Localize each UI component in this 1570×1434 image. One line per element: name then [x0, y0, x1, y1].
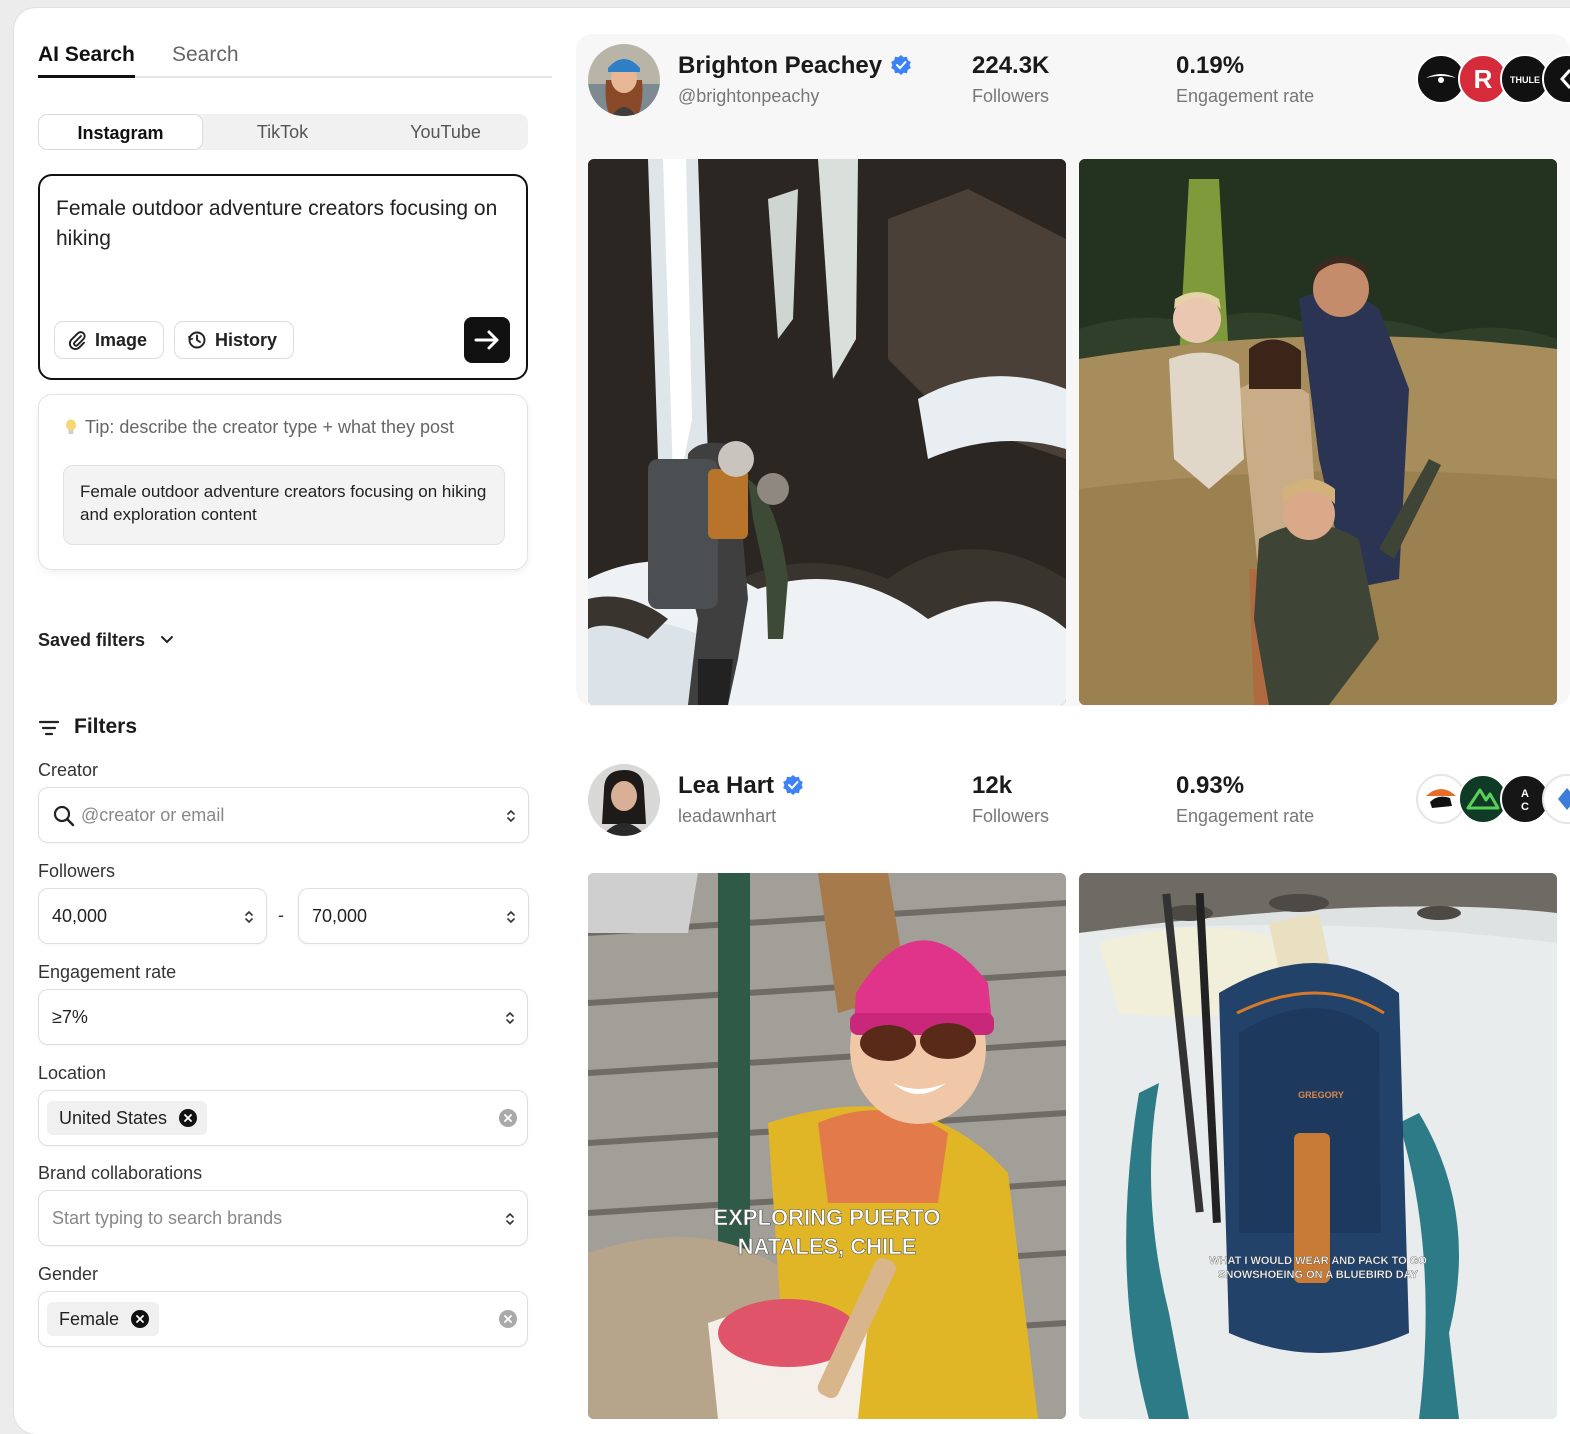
paperclip-icon [68, 331, 86, 350]
avatar[interactable] [588, 44, 660, 116]
filters-title: Filters [74, 715, 138, 738]
post-image[interactable] [588, 159, 1066, 705]
followers-max-value: 70,000 [312, 906, 368, 926]
followers-max-field[interactable]: 70,000 [298, 888, 529, 944]
platform-tiktok[interactable]: TikTok [201, 114, 364, 150]
brand-logo-arrow-icon[interactable] [1542, 54, 1570, 104]
gender-field[interactable]: Female [38, 1291, 528, 1347]
location-field[interactable]: United States [38, 1090, 528, 1146]
post-image[interactable]: EXPLORING PUERTO NATALES, CHILE [588, 873, 1066, 1419]
creator-handle: @brightonpeachy [678, 86, 820, 106]
svg-text:R: R [1474, 64, 1493, 94]
location-chip: United States [47, 1101, 208, 1135]
tip-text: Tip: describe the creator type + what th… [85, 417, 455, 437]
creator-input[interactable]: @creator or email [81, 805, 224, 826]
creator-handle: leadawnhart [678, 806, 777, 826]
updown-chevron-icon [245, 910, 253, 924]
search-mode-tabs: AI Search Search [38, 42, 552, 78]
submit-search-button[interactable] [464, 317, 510, 363]
followers-label: Followers [972, 806, 1050, 826]
tip-card: Tip: describe the creator type + what th… [38, 394, 528, 570]
engagement-rate-value: ≥7% [52, 1007, 88, 1027]
post-image[interactable]: GREGORY WHAT I WOULD WEAR AND PACK TO GO… [1079, 873, 1557, 1419]
brand-logos: AC [1416, 774, 1570, 824]
followers-count: 224.3K [972, 52, 1050, 79]
followers-count: 12k [972, 772, 1013, 799]
photo-caption: NATALES, CHILE [738, 1234, 917, 1259]
tab-ai-search[interactable]: AI Search [38, 42, 135, 78]
arrow-right-icon [474, 330, 499, 350]
filter-icon [38, 720, 60, 736]
avatar-image [588, 44, 660, 116]
verified-badge-icon [783, 775, 803, 795]
creator-header: Lea Hart leadawnhart 12k Followers 0.93%… [588, 764, 1570, 838]
svg-text:C: C [1521, 801, 1529, 813]
updown-chevron-icon [506, 1011, 514, 1025]
history-icon [188, 331, 206, 349]
location-label: Location [38, 1063, 107, 1083]
engagement-rate: 0.93% [1176, 772, 1245, 799]
brand-collab-label: Brand collaborations [38, 1163, 203, 1183]
clear-field-icon[interactable] [499, 1109, 517, 1127]
followers-min-field[interactable]: 40,000 [38, 888, 267, 944]
verified-badge-icon [891, 55, 911, 75]
results-panel: Brighton Peachey @brightonpeachy 224.3K … [576, 34, 1570, 1434]
remove-chip-icon[interactable] [131, 1310, 150, 1328]
creator-search-field[interactable]: @creator or email [38, 787, 529, 843]
location-chip-label: United States [59, 1108, 168, 1128]
creator-name[interactable]: Brighton Peachey [678, 52, 882, 79]
creator-card[interactable]: Brighton Peachey @brightonpeachy 224.3K … [576, 34, 1570, 706]
gender-chip-label: Female [59, 1309, 120, 1329]
image-button-label: Image [95, 330, 148, 350]
creator-label: Creator [38, 760, 99, 780]
clear-field-icon[interactable] [499, 1310, 517, 1328]
ai-query-box[interactable]: Female outdoor adventure creators focusi… [38, 174, 528, 380]
photo-caption: SNOWSHOEING ON A BLUEBIRD DAY [1218, 1269, 1419, 1281]
svg-text:THULE: THULE [1510, 75, 1540, 85]
app-window: AI Search Search TikTok YouTube Instagra… [14, 8, 1570, 1434]
updown-chevron-icon [506, 1212, 514, 1226]
avatar[interactable] [588, 764, 660, 836]
search-icon [53, 805, 75, 827]
brand-logo-diamond-icon[interactable] [1542, 774, 1570, 824]
tab-search[interactable]: Search [172, 42, 239, 78]
suggested-prompt[interactable]: Female outdoor adventure creators focusi… [63, 465, 505, 545]
followers-min-value: 40,000 [52, 906, 108, 926]
avatar-image [588, 764, 660, 836]
attach-image-button[interactable]: Image [54, 321, 164, 359]
creator-name[interactable]: Lea Hart [678, 772, 774, 799]
brand-search-input[interactable]: Start typing to search brands [52, 1208, 282, 1229]
updown-chevron-icon [507, 809, 515, 823]
history-button[interactable]: History [174, 321, 294, 359]
remove-chip-icon[interactable] [179, 1109, 198, 1127]
photo-caption: EXPLORING PUERTO [714, 1205, 941, 1230]
followers-range-separator: - [278, 905, 284, 925]
chevron-down-icon[interactable] [160, 634, 174, 646]
history-button-label: History [215, 330, 278, 350]
engagement-label: Engagement rate [38, 962, 177, 982]
gender-chip: Female [47, 1302, 160, 1336]
filters-heading: Filters [38, 715, 137, 739]
engagement-rate-select[interactable]: ≥7% [38, 989, 528, 1045]
engagement-label: Engagement rate [1176, 806, 1315, 826]
updown-chevron-icon [507, 910, 515, 924]
engagement-rate: 0.19% [1176, 52, 1245, 79]
photo-caption: WHAT I WOULD WEAR AND PACK TO GO [1209, 1255, 1427, 1267]
query-input[interactable]: Female outdoor adventure creators focusi… [56, 194, 511, 254]
platform-instagram[interactable]: Instagram [38, 114, 203, 150]
brand-logos: R THULE [1416, 54, 1570, 104]
gender-label: Gender [38, 1264, 99, 1284]
creator-header: Brighton Peachey @brightonpeachy 224.3K … [588, 44, 1570, 118]
platform-youtube[interactable]: YouTube [364, 114, 527, 150]
followers-label: Followers [972, 86, 1050, 106]
post-image[interactable] [1079, 159, 1557, 705]
svg-text:A: A [1521, 788, 1529, 800]
brand-collab-field[interactable]: Start typing to search brands [38, 1190, 528, 1246]
search-panel: AI Search Search TikTok YouTube Instagra… [38, 8, 554, 1434]
saved-filters-toggle[interactable]: Saved filters [38, 630, 145, 651]
backpack-brand-label: GREGORY [1298, 1090, 1344, 1100]
platform-selector: TikTok YouTube Instagram [38, 114, 528, 150]
engagement-label: Engagement rate [1176, 86, 1315, 106]
followers-label: Followers [38, 861, 116, 881]
